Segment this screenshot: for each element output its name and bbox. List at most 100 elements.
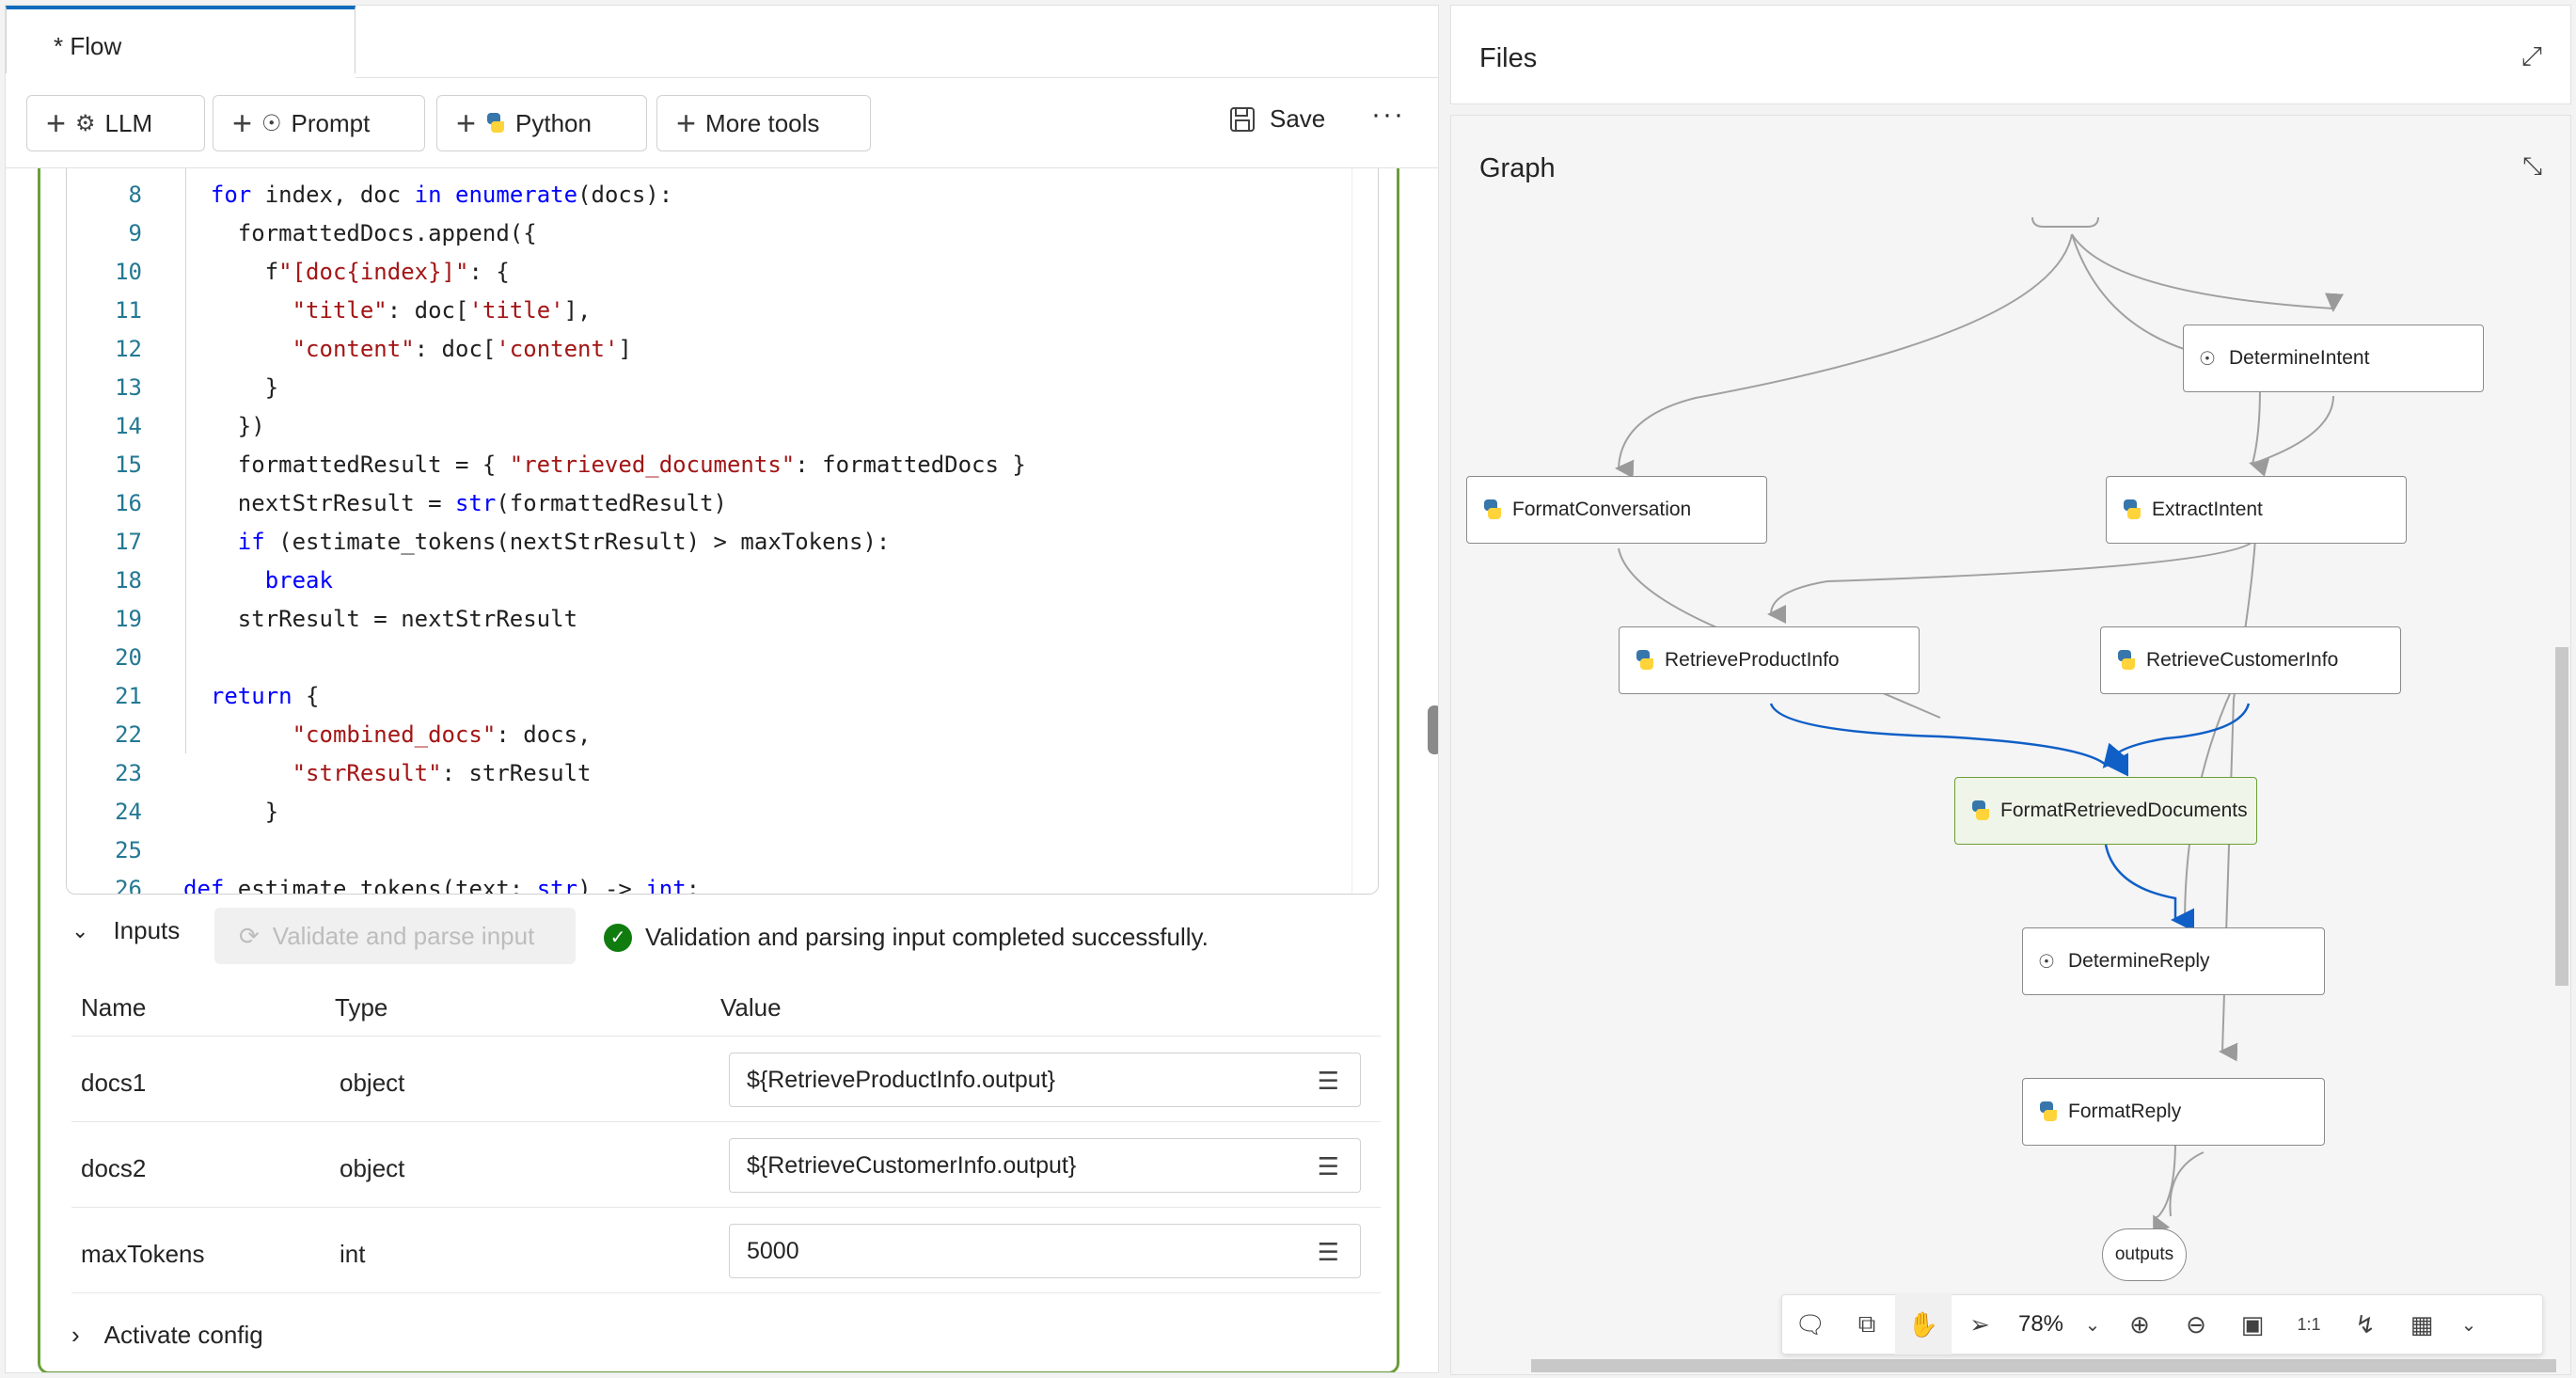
input-value-text: ${RetrieveCustomerInfo.output} bbox=[747, 1151, 1077, 1179]
line-number: 26 bbox=[115, 876, 142, 895]
code-line: 24 } bbox=[67, 795, 1378, 829]
graph-node-extract-intent[interactable]: ExtractIntent bbox=[2106, 476, 2407, 544]
activate-config-toggle[interactable]: › Activate config bbox=[71, 1321, 263, 1350]
refresh-icon: ⟳ bbox=[239, 921, 260, 950]
hand-pan-icon[interactable]: ✋ bbox=[1895, 1294, 1952, 1354]
code-line: 25 bbox=[67, 833, 1378, 867]
code-line: 8 for index, doc in enumerate(docs): bbox=[67, 178, 1378, 212]
zoom-level[interactable]: 78% bbox=[2008, 1294, 2074, 1354]
more-tools-button[interactable]: + More tools bbox=[656, 95, 871, 151]
column-header-value: Value bbox=[720, 993, 782, 1022]
chevron-down-icon[interactable]: ⌄ bbox=[2450, 1294, 2488, 1354]
graph-toolbar: 🗨 ⧉ ✋ ➢ 78% ⌄ ⊕ ⊖ ▣ 1:1 ↯ ▦ ⌄ bbox=[1781, 1294, 2543, 1354]
input-type-docs2: object bbox=[340, 1154, 405, 1182]
fit-to-screen-icon[interactable]: ▣ bbox=[2224, 1294, 2281, 1354]
graph-node-label: RetrieveProductInfo bbox=[1665, 649, 1840, 671]
edge bbox=[2153, 1140, 2176, 1236]
graph-node-format-conversation[interactable]: FormatConversation bbox=[1466, 476, 1767, 544]
files-title: Files bbox=[1479, 43, 1538, 73]
graph-node-determine-reply[interactable]: ☉ DetermineReply bbox=[2022, 927, 2325, 995]
plus-icon: + bbox=[232, 103, 253, 142]
graph-node-format-reply[interactable]: FormatReply bbox=[2022, 1078, 2325, 1146]
editor-scrollbar[interactable] bbox=[1351, 168, 1378, 894]
actual-size-icon[interactable]: 1:1 bbox=[2281, 1294, 2337, 1354]
edit-value-icon[interactable]: ☰ bbox=[1318, 1067, 1339, 1096]
add-llm-label: LLM bbox=[104, 108, 153, 137]
input-type-maxtokens: int bbox=[340, 1240, 366, 1268]
flow-editor-panel: * Flow + ⚙ LLM + ☉ Prompt + Python + Mor… bbox=[5, 5, 1439, 1373]
plus-icon: + bbox=[456, 103, 477, 142]
code-line: 19 strResult = nextStrResult bbox=[67, 602, 1378, 636]
add-prompt-button[interactable]: + ☉ Prompt bbox=[213, 95, 425, 151]
line-number: 21 bbox=[115, 683, 142, 709]
edge-highlight bbox=[2104, 844, 2194, 932]
graph-node-label: DetermineReply bbox=[2068, 950, 2210, 972]
line-number: 17 bbox=[115, 529, 142, 555]
code-line: 22 "combined_docs": docs, bbox=[67, 718, 1378, 752]
auto-layout-icon[interactable]: ↯ bbox=[2337, 1294, 2394, 1354]
graph-node-label: FormatConversation bbox=[1512, 499, 1692, 520]
edit-value-icon[interactable]: ☰ bbox=[1318, 1238, 1339, 1267]
zoom-in-icon[interactable]: ⊕ bbox=[2111, 1294, 2168, 1354]
line-number: 15 bbox=[115, 451, 142, 478]
input-type-docs1: object bbox=[340, 1069, 405, 1097]
code-text: strResult = nextStrResult bbox=[183, 606, 578, 632]
line-number: 10 bbox=[115, 259, 142, 285]
input-value-docs1[interactable]: ${RetrieveProductInfo.output} ☰ bbox=[729, 1053, 1361, 1107]
line-number: 19 bbox=[115, 606, 142, 632]
column-header-name: Name bbox=[81, 993, 147, 1022]
add-python-button[interactable]: + Python bbox=[436, 95, 647, 151]
graph-node-format-retrieved-documents[interactable]: FormatRetrievedDocuments bbox=[1954, 777, 2257, 845]
validation-message: Validation and parsing input completed s… bbox=[645, 923, 1209, 951]
line-number: 12 bbox=[115, 336, 142, 362]
select-pointer-icon[interactable]: ➢ bbox=[1952, 1294, 2008, 1354]
validation-status: ✓ Validation and parsing input completed… bbox=[604, 923, 1209, 952]
code-text: formattedDocs.append({ bbox=[183, 220, 537, 246]
add-llm-button[interactable]: + ⚙ LLM bbox=[26, 95, 205, 151]
input-value-text: 5000 bbox=[747, 1237, 799, 1264]
zoom-out-icon[interactable]: ⊖ bbox=[2168, 1294, 2224, 1354]
graph-node-outputs[interactable]: outputs bbox=[2102, 1228, 2187, 1281]
line-number: 9 bbox=[128, 220, 142, 246]
comment-icon[interactable]: 🗨 bbox=[1782, 1294, 1839, 1354]
code-text: nextStrResult = str(formattedResult) bbox=[183, 490, 727, 516]
chevron-down-icon: ⌄ bbox=[71, 918, 89, 942]
minimap-icon[interactable]: ▦ bbox=[2394, 1294, 2450, 1354]
lightbulb-icon: ☉ bbox=[261, 110, 282, 136]
inputs-node-stub bbox=[2031, 216, 2099, 228]
app-root: * Flow + ⚙ LLM + ☉ Prompt + Python + Mor… bbox=[0, 0, 2576, 1378]
save-button[interactable]: Save bbox=[1228, 104, 1325, 134]
graph-vertical-scrollbar[interactable] bbox=[2555, 647, 2568, 986]
code-line: 20 bbox=[67, 641, 1378, 674]
code-text: return { bbox=[210, 683, 320, 709]
code-line: 9 formattedDocs.append({ bbox=[67, 216, 1378, 250]
code-line: 13 } bbox=[67, 371, 1378, 404]
input-value-docs2[interactable]: ${RetrieveCustomerInfo.output} ☰ bbox=[729, 1138, 1361, 1193]
code-line: 23 "strResult": strResult bbox=[67, 756, 1378, 790]
input-name-maxtokens: maxTokens bbox=[81, 1240, 205, 1268]
open-in-new-icon[interactable]: ⧉ bbox=[1839, 1294, 1895, 1354]
save-icon bbox=[1230, 106, 1255, 132]
edit-value-icon[interactable]: ☰ bbox=[1318, 1152, 1339, 1181]
graph-node-determine-intent[interactable]: ☉ DetermineIntent bbox=[2183, 325, 2484, 392]
table-divider bbox=[71, 1121, 1381, 1122]
input-name-docs2: docs2 bbox=[81, 1154, 147, 1182]
code-line: 10 f"[doc{index}]": { bbox=[67, 255, 1378, 289]
graph-node-retrieve-product-info[interactable]: RetrieveProductInfo bbox=[1619, 626, 1920, 694]
code-text: } bbox=[183, 799, 279, 825]
code-editor[interactable]: 8 for index, doc in enumerate(docs): 9 fo… bbox=[66, 168, 1379, 895]
input-value-maxtokens[interactable]: 5000 ☰ bbox=[729, 1224, 1361, 1278]
chevron-down-icon[interactable]: ⌄ bbox=[2074, 1294, 2111, 1354]
chevron-right-icon: › bbox=[71, 1321, 80, 1349]
graph-node-retrieve-customer-info[interactable]: RetrieveCustomerInfo bbox=[2100, 626, 2401, 694]
python-icon bbox=[485, 113, 506, 134]
inputs-toggle[interactable]: ⌄ Inputs bbox=[71, 916, 180, 945]
tab-flow[interactable]: * Flow bbox=[6, 6, 356, 73]
validate-parse-button[interactable]: ⟳ Validate and parse input bbox=[214, 908, 576, 964]
code-line: 14 }) bbox=[67, 409, 1378, 443]
graph-horizontal-scrollbar[interactable] bbox=[1531, 1359, 2556, 1372]
expand-icon[interactable]: ⤢ bbox=[2521, 41, 2542, 72]
panel-resize-handle[interactable] bbox=[1428, 705, 1438, 754]
more-options-button[interactable]: ··· bbox=[1371, 99, 1405, 131]
python-icon bbox=[2122, 499, 2142, 520]
